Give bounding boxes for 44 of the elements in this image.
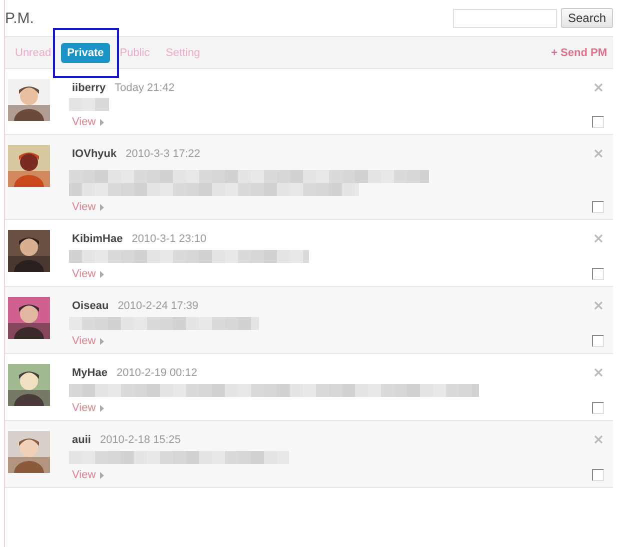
view-link[interactable]: View [72,335,96,347]
close-icon[interactable] [594,149,602,158]
checkbox[interactable] [592,201,604,213]
caret-icon [100,204,104,210]
close-icon[interactable] [594,435,602,444]
checkbox[interactable] [592,268,604,280]
message-time: 2010-2-19 00:12 [116,367,198,379]
page-title: P.M. [5,10,34,26]
checkbox[interactable] [592,469,604,481]
caret-icon [100,270,104,278]
close-icon[interactable] [594,234,602,243]
view-link[interactable]: View [72,201,96,213]
tab[interactable]: Public [114,42,156,62]
view-link[interactable]: View [72,469,96,481]
tab[interactable]: Unread [9,42,58,62]
caret-icon [100,338,104,344]
sender-name[interactable]: auii [72,434,91,446]
sender-name[interactable]: IOVhyuk [72,148,117,160]
message-time: 2010-2-24 17:39 [118,300,198,312]
caret-icon [100,472,104,478]
close-icon[interactable] [594,83,602,92]
view-link[interactable]: View [72,402,96,414]
message-time: 2010-2-18 15:25 [100,434,181,446]
sender-name[interactable]: MyHae [72,367,108,379]
tab[interactable]: Private [61,42,110,62]
caret-icon [100,404,104,412]
message-time: Today 21:42 [114,82,175,94]
checkbox[interactable] [592,116,604,128]
sender-name[interactable]: KibimHae [72,233,123,245]
caret-icon [100,118,104,126]
tab[interactable]: Setting [160,42,206,62]
search-button[interactable]: Search [560,8,613,28]
message-time: 2010-3-1 23:10 [132,233,206,245]
view-link[interactable]: View [72,268,96,280]
close-icon[interactable] [594,301,602,310]
search-field[interactable] [452,8,557,28]
send-pm-link[interactable]: + Send PM [551,46,607,58]
close-icon[interactable] [594,368,602,377]
sender-name[interactable]: iiberry [72,82,106,94]
message-time: 2010-3-3 17:22 [126,148,200,160]
sender-name[interactable]: Oiseau [72,300,109,312]
view-link[interactable]: View [72,116,96,128]
checkbox[interactable] [592,335,604,347]
checkbox[interactable] [592,402,604,414]
